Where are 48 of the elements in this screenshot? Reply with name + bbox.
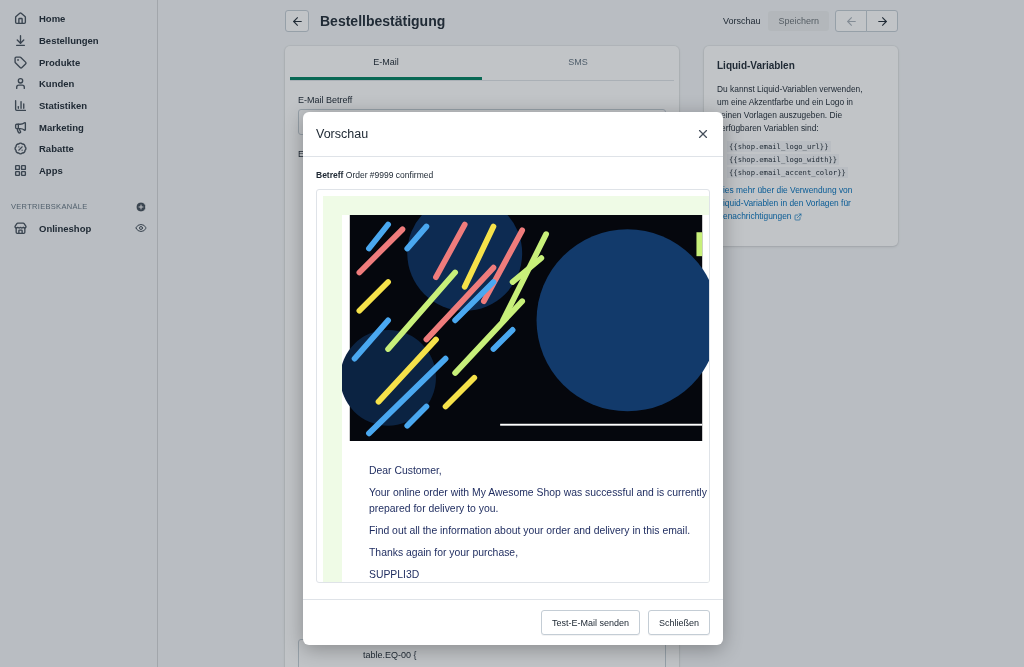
arrow-left-icon [844, 14, 858, 28]
body-text: um eine Akzentfarbe und ein Logo in [717, 96, 853, 109]
tab[interactable]: E-Mail [290, 46, 482, 80]
close-dialog-button[interactable]: Schließen [647, 610, 710, 635]
sidebar-item[interactable]: Statistiken [10, 94, 147, 117]
email-paragraph: Thanks again for your purchase, [369, 545, 519, 560]
arrow-right-icon [875, 14, 889, 28]
external-link-icon [794, 212, 803, 221]
sidebar-item[interactable]: Rabatte [10, 138, 147, 160]
body-text: Du kannst Liquid-Variablen verwenden, [717, 83, 863, 96]
megaphone-icon [14, 120, 27, 134]
sidebar-item[interactable]: Marketing [10, 116, 147, 139]
dialog-title: Vorschau [316, 127, 369, 141]
email-paragraph: Your online order with My Awesome Shop was successful and is currently prepared for delivery to you. [369, 486, 708, 516]
email-paragraph: Dear Customer, [369, 464, 443, 478]
arrow-left-icon [290, 14, 304, 28]
download-tray-icon [14, 34, 27, 48]
subject-line: Betreff Order #9999 confirmed [316, 170, 435, 180]
percent-badge-icon [14, 142, 27, 156]
card-title: Liquid-Variablen [717, 60, 795, 71]
tag-icon [14, 55, 27, 69]
body-text: erfügbaren Variablen sind: [720, 122, 819, 135]
person-icon [14, 77, 27, 91]
eye-icon[interactable] [135, 222, 147, 235]
sidebar-item[interactable]: Onlineshop [14, 221, 92, 235]
bar-chart-icon [14, 99, 27, 113]
send-test-email-button[interactable]: Test-E-Mail senden [540, 610, 640, 635]
add-icon[interactable] [135, 200, 147, 213]
sidebar-item[interactable]: Bestellungen [10, 29, 147, 52]
next-button[interactable] [866, 10, 898, 32]
tab[interactable]: SMS [482, 46, 674, 80]
house-icon [14, 12, 27, 26]
field-label: E [298, 149, 305, 159]
email-paragraph: Find out all the information about your order and delivery in this email. [369, 523, 692, 538]
body-text: einen Vorlagen auszugeben. Die [720, 109, 843, 122]
grid-icon [14, 164, 27, 178]
back-button[interactable] [285, 10, 309, 32]
preview-button[interactable]: Vorschau [714, 12, 769, 30]
sidebar-item[interactable]: Kunden [10, 73, 147, 95]
sidebar-item[interactable]: Apps [10, 159, 147, 182]
close-button[interactable] [696, 127, 710, 141]
store-icon [14, 221, 27, 235]
page-title: Bestellbestätigung [320, 13, 447, 29]
sidebar-item[interactable]: Produkte [10, 51, 147, 74]
help-link[interactable]: enachrichtigungen [717, 210, 803, 223]
sidebar-item[interactable]: Home [10, 8, 147, 30]
email-paragraph: SUPPLI3D [369, 567, 421, 582]
field-label: E-Mail Betreff [298, 95, 354, 105]
